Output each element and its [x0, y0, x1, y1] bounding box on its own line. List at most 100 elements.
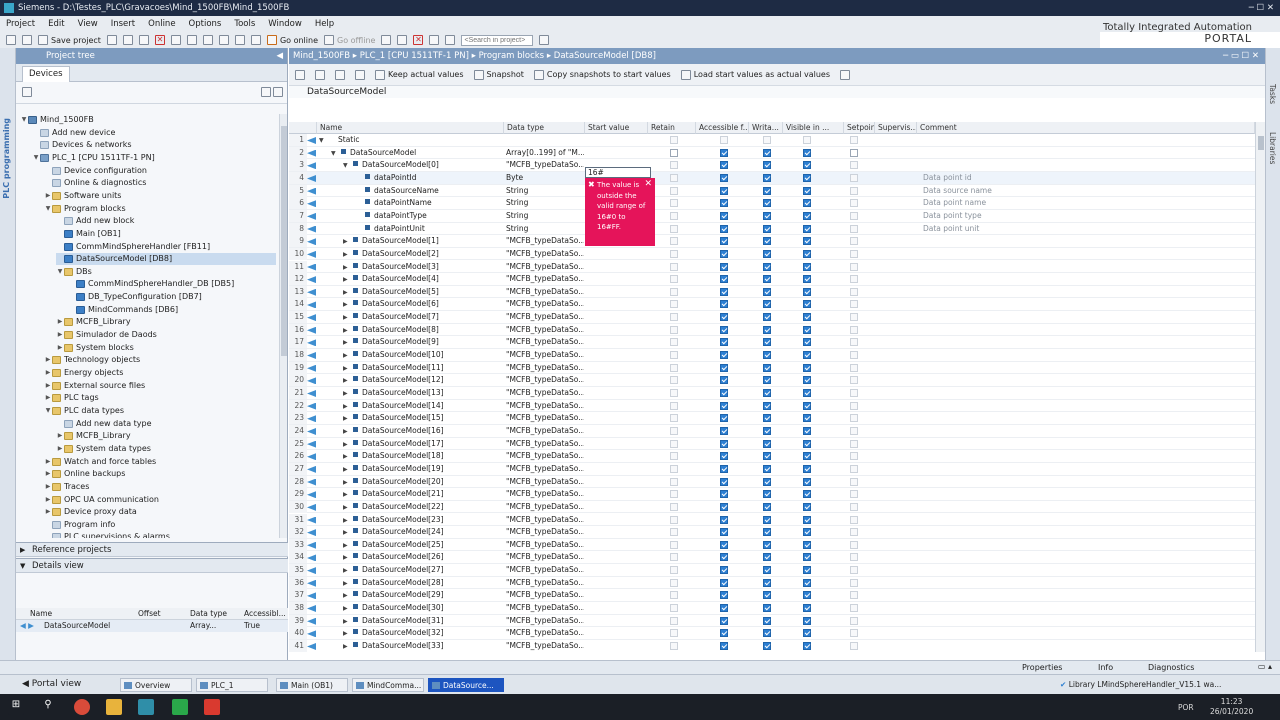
table-row[interactable]: 10 ▶ DataSourceModel[2] "MCFB_typeDataSo...	[289, 247, 1255, 261]
setpoint-checkbox[interactable]	[850, 464, 858, 473]
menu-view[interactable]: View	[78, 19, 98, 29]
window-controls[interactable]: ─ ☐ ✕	[1249, 0, 1274, 16]
column-header[interactable]: Retain	[648, 122, 696, 134]
setpoint-checkbox[interactable]	[850, 401, 858, 410]
split-horizontal-icon[interactable]	[429, 35, 440, 45]
expand-arrow-icon[interactable]: ▶	[343, 527, 353, 539]
breadcrumb[interactable]: Mind_1500FB ▸ PLC_1 [CPU 1511TF-1 PN] ▸ …	[293, 51, 656, 61]
data-type-cell[interactable]: Byte	[506, 172, 584, 184]
menu-tools[interactable]: Tools	[234, 19, 255, 29]
setpoint-checkbox[interactable]	[850, 604, 858, 613]
visible-checkbox[interactable]	[803, 389, 811, 397]
collapse-arrow-icon[interactable]: ▼	[32, 152, 40, 164]
tree-node[interactable]: ▶ System data types	[56, 443, 276, 455]
retain-checkbox[interactable]	[670, 173, 678, 182]
setpoint-checkbox[interactable]	[850, 275, 858, 284]
tab-overview[interactable]: Overview	[120, 678, 192, 692]
data-type-cell[interactable]: "MCFB_typeDataSo...	[506, 324, 584, 336]
expand-arrow-icon[interactable]: ▶	[343, 337, 353, 349]
accessible-checkbox[interactable]	[720, 604, 728, 613]
column-header[interactable]: Comment	[917, 122, 1255, 134]
tree-node[interactable]: ▼ PLC data types	[44, 405, 276, 417]
member-name-cell[interactable]: ▶ DataSourceModel[5]	[343, 286, 504, 299]
load-start-values-button[interactable]: Load start values as actual values	[680, 69, 830, 80]
split-vertical-icon[interactable]	[445, 35, 456, 45]
retain-checkbox[interactable]	[670, 199, 678, 208]
expand-arrow-icon[interactable]: ▶	[343, 312, 353, 324]
member-name-cell[interactable]: ▼ DataSourceModel	[331, 147, 504, 160]
expand-arrow-icon[interactable]: ▶	[343, 413, 353, 425]
writable-checkbox[interactable]	[763, 502, 771, 511]
collapse-arrow-icon[interactable]: ▼	[44, 203, 52, 215]
menu-help[interactable]: Help	[315, 19, 334, 29]
tab-properties[interactable]: Properties	[1010, 662, 1062, 674]
visible-checkbox[interactable]	[803, 452, 811, 461]
comment-cell[interactable]: Data source name	[923, 185, 1123, 197]
tab-main-ob1[interactable]: Main (OB1)	[276, 678, 348, 692]
setpoint-checkbox[interactable]	[850, 477, 858, 486]
retain-checkbox[interactable]	[670, 224, 678, 233]
menu-project[interactable]: Project	[6, 19, 35, 29]
visible-checkbox[interactable]	[803, 249, 811, 258]
collapse-arrow-icon[interactable]: ▼	[20, 114, 28, 126]
expand-arrow-icon[interactable]: ▶	[343, 515, 353, 527]
data-type-cell[interactable]: "MCFB_typeDataSo...	[506, 564, 584, 576]
data-type-cell[interactable]: "MCFB_typeDataSo...	[506, 286, 584, 298]
tasks-tab[interactable]: Tasks	[1268, 84, 1277, 104]
tree-node[interactable]: Add new data type	[56, 418, 276, 430]
table-row[interactable]: 30 ▶ DataSourceModel[22] "MCFB_typeDataSo..…	[289, 500, 1255, 514]
writable-checkbox[interactable]	[763, 313, 771, 322]
retain-checkbox[interactable]	[670, 237, 678, 246]
tree-detail-icon[interactable]	[273, 87, 283, 97]
data-type-cell[interactable]: "MCFB_typeDataSo...	[506, 261, 584, 273]
setpoint-checkbox[interactable]	[850, 300, 858, 309]
writable-checkbox[interactable]	[763, 186, 771, 195]
expand-arrow-icon[interactable]: ▶	[343, 603, 353, 615]
tree-node[interactable]: ▶ Device proxy data	[44, 506, 276, 518]
chrome-icon[interactable]	[74, 699, 90, 715]
comment-cell[interactable]: Data point id	[923, 172, 1123, 184]
expand-arrow-icon[interactable]: ▶	[56, 316, 64, 328]
writable-checkbox[interactable]	[763, 464, 771, 473]
setpoint-checkbox[interactable]	[850, 262, 858, 271]
paste-icon[interactable]	[138, 35, 149, 45]
member-name-cell[interactable]: ▶ DataSourceModel[30]	[343, 602, 504, 615]
visible-checkbox[interactable]	[803, 553, 811, 562]
visible-checkbox[interactable]	[803, 275, 811, 284]
retain-checkbox[interactable]	[670, 313, 678, 322]
expand-arrow-icon[interactable]: ▶	[343, 502, 353, 514]
accessible-checkbox[interactable]	[720, 136, 728, 144]
tree-node[interactable]: ▶ System blocks	[56, 342, 276, 354]
expand-arrow-icon[interactable]: ▶	[343, 375, 353, 387]
close-error-icon[interactable]: ✕	[644, 179, 652, 190]
expand-arrow-icon[interactable]: ▶	[343, 590, 353, 602]
retain-checkbox[interactable]	[670, 287, 678, 296]
table-row[interactable]: 20 ▶ DataSourceModel[12] "MCFB_typeDataSo..…	[289, 374, 1255, 387]
accessible-checkbox[interactable]	[720, 452, 728, 461]
tree-node[interactable]: DataSourceModel [DB8]	[56, 253, 276, 266]
retain-checkbox[interactable]	[670, 629, 678, 638]
expand-arrow-icon[interactable]: ▶	[343, 262, 353, 274]
table-row[interactable]: 7 dataPointType String Data point type	[289, 209, 1255, 223]
setpoint-checkbox[interactable]	[850, 224, 858, 233]
accessible-checkbox[interactable]	[720, 401, 728, 410]
accessible-checkbox[interactable]	[720, 616, 728, 625]
writable-checkbox[interactable]	[763, 515, 771, 524]
setpoint-checkbox[interactable]	[850, 642, 858, 650]
member-name-cell[interactable]: ▶ DataSourceModel[33]	[343, 640, 504, 652]
table-row[interactable]: 35 ▶ DataSourceModel[27] "MCFB_typeDataSo..…	[289, 564, 1255, 577]
accessible-devices-icon[interactable]	[381, 35, 392, 45]
accessible-checkbox[interactable]	[720, 275, 728, 284]
writable-checkbox[interactable]	[763, 249, 771, 258]
plc-programming-label[interactable]: PLC programming	[2, 118, 11, 199]
tree-node[interactable]: ▶ Traces	[44, 481, 276, 493]
expand-arrow-icon[interactable]: ▶	[44, 468, 52, 480]
tree-node[interactable]: Devices & networks	[32, 139, 276, 151]
tia-portal-icon[interactable]	[138, 699, 154, 715]
writable-checkbox[interactable]	[763, 199, 771, 208]
retain-checkbox[interactable]	[670, 477, 678, 486]
visible-checkbox[interactable]	[803, 515, 811, 524]
copy-icon[interactable]	[122, 35, 133, 45]
expand-arrow-icon[interactable]: ▶	[44, 190, 52, 202]
data-type-cell[interactable]: Array[0..199] of "M...	[506, 147, 584, 159]
